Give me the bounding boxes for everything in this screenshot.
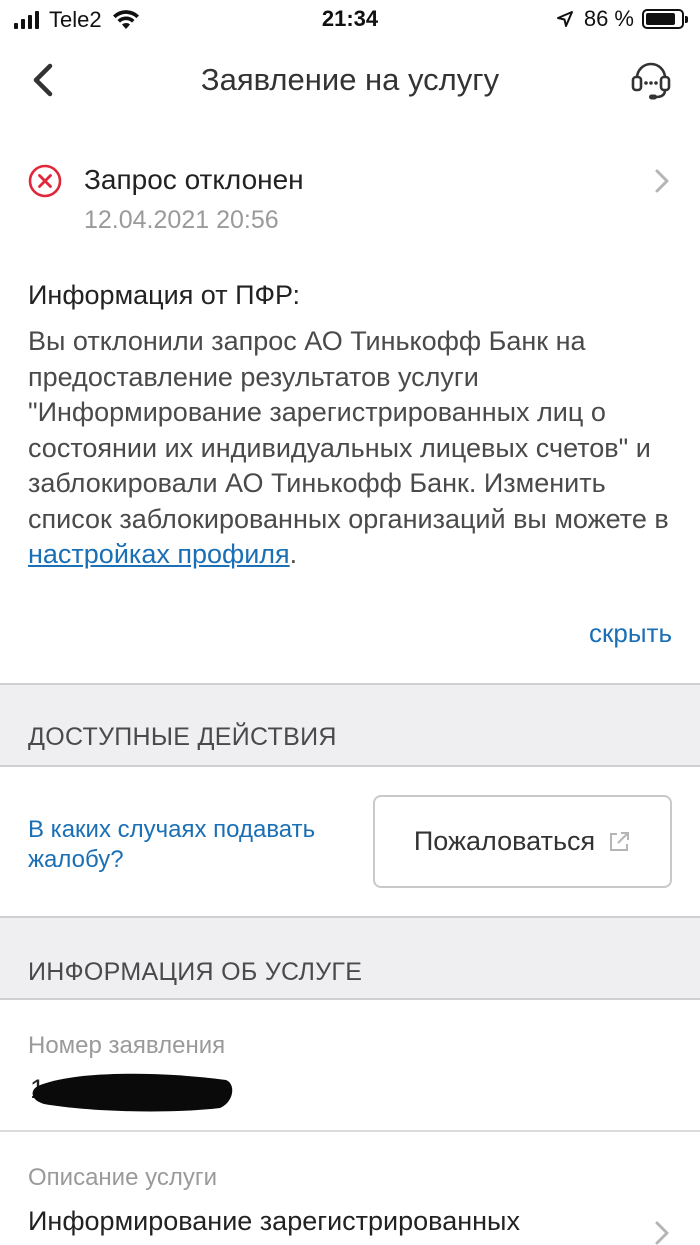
- chevron-right-icon: [655, 1221, 669, 1245]
- external-link-icon: [610, 831, 630, 851]
- section-header-service: ИНФОРМАЦИЯ ОБ УСЛУГЕ: [0, 916, 700, 1000]
- info-heading: Информация от ПФР:: [28, 280, 300, 310]
- navigation-bar: Заявление на услугу: [0, 40, 700, 120]
- service-description-field[interactable]: Описание услуги Информирование зарегистр…: [0, 1132, 700, 1245]
- complain-button[interactable]: Пожаловаться: [373, 795, 672, 888]
- info-end: .: [289, 539, 298, 569]
- complaint-help-link[interactable]: В каких случаях подавать жалобу?: [28, 815, 328, 875]
- info-text: Вы отклонили запрос АО Тинькофф Банк на …: [28, 324, 678, 573]
- status-bar-right: 86 %: [556, 6, 688, 32]
- request-status-row[interactable]: Запрос отклонен 12.04.2021 20:56: [0, 150, 700, 250]
- service-description-label: Описание услуги: [28, 1164, 217, 1191]
- page-title: Заявление на услугу: [200, 62, 500, 97]
- status-bar: Tele2 21:34 86 %: [0, 0, 700, 40]
- status-date: 12.04.2021 20:56: [84, 206, 279, 234]
- section-header-actions: ДОСТУПНЫЕ ДЕЙСТВИЯ: [0, 683, 700, 767]
- info-body: Вы отклонили запрос АО Тинькофф Банк на …: [28, 326, 669, 534]
- section-title-actions: ДОСТУПНЫЕ ДЕЙСТВИЯ: [28, 723, 337, 751]
- profile-settings-link[interactable]: настройках профиля: [28, 539, 290, 569]
- location-arrow-icon: [556, 11, 573, 27]
- section-title-service: ИНФОРМАЦИЯ ОБ УСЛУГЕ: [28, 958, 363, 986]
- application-number-field: Номер заявления 1004: [0, 1000, 700, 1132]
- actions-row: В каких случаях подавать жалобу? Пожалов…: [0, 767, 700, 916]
- complain-button-label: Пожаловаться: [413, 826, 596, 856]
- battery-fill: [646, 13, 676, 25]
- reject-icon: [28, 164, 62, 198]
- hide-link[interactable]: скрыть: [589, 618, 672, 649]
- service-description-value: Информирование зарегистрированных: [28, 1206, 520, 1236]
- battery-icon: [642, 9, 688, 29]
- scribble-redaction: [32, 1073, 233, 1112]
- chevron-right-icon: [655, 169, 669, 193]
- status-title: Запрос отклонен: [84, 164, 304, 195]
- application-number-label: Номер заявления: [28, 1032, 226, 1059]
- battery-percent: 86 %: [583, 6, 634, 31]
- headset-icon[interactable]: [628, 56, 674, 102]
- redacted-application-number: 1004: [30, 1064, 236, 1116]
